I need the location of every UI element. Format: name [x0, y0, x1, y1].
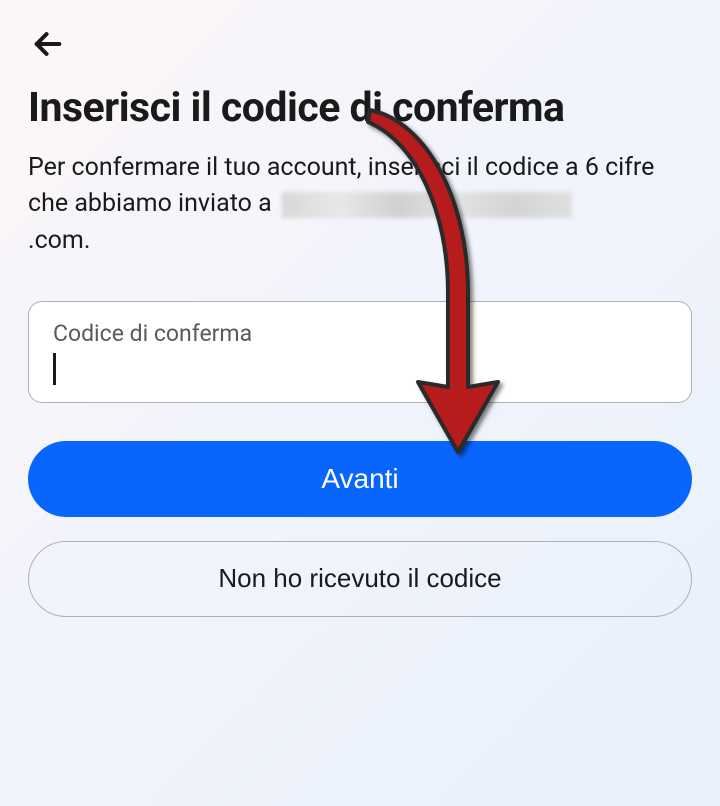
input-label: Codice di conferma: [53, 320, 667, 347]
subtitle-text-post: .com.: [28, 226, 90, 255]
redacted-email: [282, 192, 572, 218]
input-caret: [53, 353, 56, 385]
page-title: Inserisci il codice di conferma: [28, 84, 692, 132]
annotation-arrow-icon: [358, 92, 518, 472]
arrow-left-icon: [31, 27, 65, 61]
back-button[interactable]: [28, 24, 68, 64]
confirmation-code-field[interactable]: Codice di conferma: [28, 301, 692, 403]
resend-code-button[interactable]: Non ho ricevuto il codice: [28, 541, 692, 617]
next-button[interactable]: Avanti: [28, 441, 692, 517]
page-subtitle: Per confermare il tuo account, inserisci…: [28, 150, 692, 259]
